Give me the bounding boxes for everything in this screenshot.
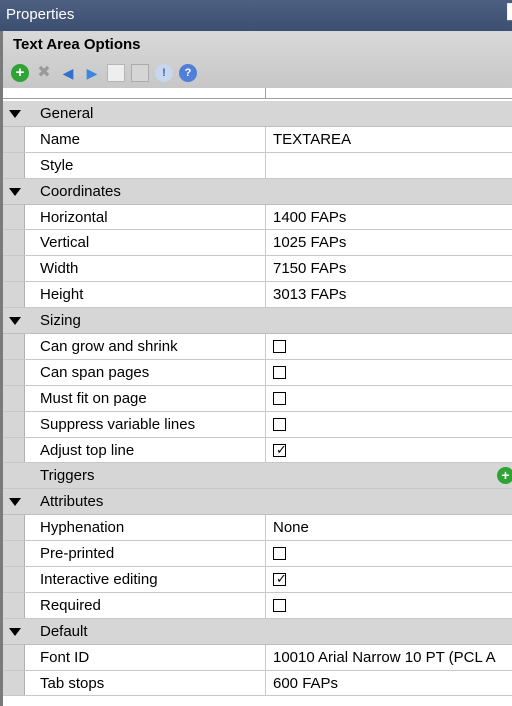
column-divider[interactable] xyxy=(265,88,266,98)
pin-icon[interactable]: ▐ xyxy=(502,3,512,19)
property-row-width[interactable]: Width 7150 FAPs xyxy=(3,256,512,283)
next-icon[interactable]: ▶ xyxy=(83,64,101,82)
property-label: Name xyxy=(40,130,81,148)
property-row-font-id[interactable]: Font ID 10010 Arial Narrow 10 PT (PCL A xyxy=(3,644,512,671)
property-label: Required xyxy=(40,596,101,614)
toolbar: + ✖ ◀ ▶ ! ? xyxy=(11,62,203,84)
info-icon[interactable]: ! xyxy=(155,64,173,82)
property-label: Height xyxy=(40,286,84,304)
panel-header: Text Area Options + ✖ ◀ ▶ ! ? xyxy=(3,31,512,88)
property-grid: General Name TEXTAREA Style Coordinates … xyxy=(3,101,512,697)
property-value[interactable]: 600 FAPs xyxy=(273,675,338,692)
collapse-triangle-icon[interactable] xyxy=(9,498,21,507)
checkbox[interactable]: ✓ xyxy=(273,441,287,457)
collapse-triangle-icon[interactable] xyxy=(9,317,21,326)
category-label: Attributes xyxy=(40,493,104,511)
property-label: Can span pages xyxy=(40,363,150,381)
properties-titlebar: Properties ▐ xyxy=(0,0,512,31)
properties-panel: Text Area Options + ✖ ◀ ▶ ! ? General Na… xyxy=(0,31,512,706)
add-trigger-icon[interactable]: + xyxy=(497,467,512,485)
checkbox[interactable]: ✓ xyxy=(273,571,287,587)
property-row-suppress[interactable]: Suppress variable lines xyxy=(3,411,512,438)
window-title: Properties xyxy=(6,6,75,23)
property-value[interactable]: 3013 FAPs xyxy=(273,286,346,303)
category-default[interactable]: Default xyxy=(3,618,512,645)
add-icon[interactable]: + xyxy=(11,64,29,82)
property-value[interactable]: 7150 FAPs xyxy=(273,260,346,277)
property-row-vertical[interactable]: Vertical 1025 FAPs xyxy=(3,230,512,257)
property-row-preprinted[interactable]: Pre-printed xyxy=(3,541,512,568)
property-label: Width xyxy=(40,260,79,278)
property-row-required[interactable]: Required xyxy=(3,592,512,619)
collapse-triangle-icon[interactable] xyxy=(9,187,21,196)
checkmark-icon: ✓ xyxy=(276,441,287,457)
delete-icon[interactable]: ✖ xyxy=(35,64,53,82)
property-label: Interactive editing xyxy=(40,571,158,589)
property-row-name[interactable]: Name TEXTAREA xyxy=(3,126,512,153)
category-sizing[interactable]: Sizing xyxy=(3,308,512,335)
property-label: Adjust top line xyxy=(40,441,135,459)
property-label: Font ID xyxy=(40,648,90,666)
property-label: Pre-printed xyxy=(40,545,115,563)
property-row-hyphenation[interactable]: Hyphenation None xyxy=(3,515,512,542)
property-value[interactable]: 10010 Arial Narrow 10 PT (PCL A xyxy=(273,649,496,666)
help-icon[interactable]: ? xyxy=(179,64,197,82)
checkbox[interactable] xyxy=(273,391,286,405)
checkbox[interactable] xyxy=(273,365,286,379)
property-row-can-grow[interactable]: Can grow and shrink xyxy=(3,334,512,360)
panel-title: Text Area Options xyxy=(13,36,141,53)
checkbox[interactable] xyxy=(273,417,286,431)
category-label: Triggers xyxy=(40,467,95,485)
category-label: Coordinates xyxy=(40,182,121,200)
previous-icon[interactable]: ◀ xyxy=(59,64,77,82)
property-value[interactable]: 1400 FAPs xyxy=(273,209,346,226)
property-label: Suppress variable lines xyxy=(40,415,196,433)
property-row-can-span[interactable]: Can span pages xyxy=(3,359,512,386)
property-row-horizontal[interactable]: Horizontal 1400 FAPs xyxy=(3,204,512,231)
property-row-interactive[interactable]: Interactive editing ✓ xyxy=(3,567,512,593)
property-row-height[interactable]: Height 3013 FAPs xyxy=(3,282,512,309)
column-header xyxy=(3,88,512,99)
category-coordinates[interactable]: Coordinates xyxy=(3,178,512,205)
category-label: Sizing xyxy=(40,312,81,330)
property-value[interactable]: None xyxy=(273,519,309,536)
property-label: Tab stops xyxy=(40,674,105,692)
checkbox[interactable] xyxy=(273,340,286,354)
category-label: General xyxy=(40,105,94,122)
collapse-triangle-icon[interactable] xyxy=(9,627,21,636)
property-label: Must fit on page xyxy=(40,389,147,407)
checkbox[interactable] xyxy=(273,598,286,612)
property-row-tab-stops[interactable]: Tab stops 600 FAPs xyxy=(3,670,512,697)
category-attributes[interactable]: Attributes xyxy=(3,489,512,516)
copy-icon[interactable] xyxy=(107,64,125,82)
category-triggers[interactable]: Triggers + xyxy=(3,463,512,490)
checkbox[interactable] xyxy=(273,547,286,561)
checkmark-icon: ✓ xyxy=(276,571,287,587)
property-label: Style xyxy=(40,156,74,174)
category-general[interactable]: General xyxy=(3,101,512,127)
category-label: Default xyxy=(40,622,88,640)
property-row-must-fit[interactable]: Must fit on page xyxy=(3,385,512,412)
property-value[interactable]: 1025 FAPs xyxy=(273,234,346,251)
property-value[interactable]: TEXTAREA xyxy=(273,131,351,148)
property-label: Vertical xyxy=(40,234,90,252)
property-label: Horizontal xyxy=(40,208,108,226)
paste-icon[interactable] xyxy=(131,64,149,82)
property-label: Hyphenation xyxy=(40,519,125,537)
collapse-triangle-icon[interactable] xyxy=(9,110,21,118)
property-row-style[interactable]: Style xyxy=(3,152,512,179)
property-row-adjust-top[interactable]: Adjust top line ✓ xyxy=(3,437,512,464)
property-label: Can grow and shrink xyxy=(40,338,178,356)
